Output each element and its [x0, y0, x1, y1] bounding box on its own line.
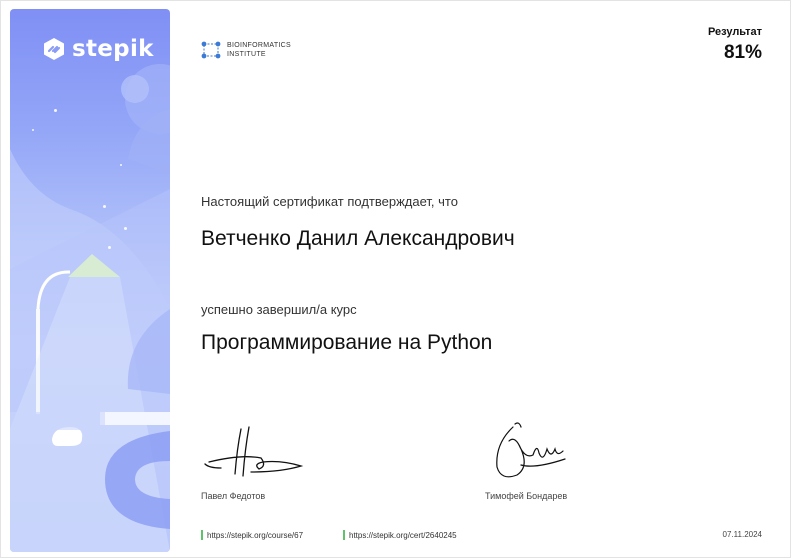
recipient-name: Ветченко Данил Александрович [201, 227, 515, 250]
signature-fedotov [204, 426, 304, 477]
green-bar-icon [343, 530, 345, 540]
green-bar-icon [201, 530, 203, 540]
decorative-side-panel: stepik [10, 9, 170, 552]
molecule-icon [201, 41, 221, 59]
signature-bondarev [496, 422, 566, 478]
cert-link-text: https://stepik.org/cert/2640245 [349, 530, 457, 540]
course-link[interactable]: https://stepik.org/course/67 [201, 530, 303, 540]
confirm-text: Настоящий сертификат подтверждает, что [201, 194, 458, 209]
stepik-logo-icon [44, 38, 64, 60]
partner-logo: BIOINFORMATICS INSTITUTE [201, 41, 291, 59]
result-value: 81% [723, 42, 762, 63]
result-block: Результат 81% [708, 26, 762, 64]
panel-illustration [10, 64, 170, 552]
certificate: stepik BIOINFORMATICS INSTITUTE Результа… [0, 0, 791, 558]
signer-name-2: Тимофей Бондарев [485, 491, 568, 501]
stepik-logo-text: stepik [72, 36, 154, 62]
course-title: Программирование на Python [201, 331, 493, 354]
course-link-text: https://stepik.org/course/67 [207, 530, 304, 540]
cert-link[interactable]: https://stepik.org/cert/2640245 [343, 530, 457, 540]
stepik-logo: stepik [42, 36, 154, 62]
issue-date: 07.11.2024 [722, 530, 762, 539]
partner-name: BIOINFORMATICS INSTITUTE [227, 42, 291, 58]
completed-text: успешно завершил/а курс [201, 302, 357, 317]
result-label: Результат [707, 26, 762, 38]
signer-name-1: Павел Федотов [201, 491, 266, 501]
